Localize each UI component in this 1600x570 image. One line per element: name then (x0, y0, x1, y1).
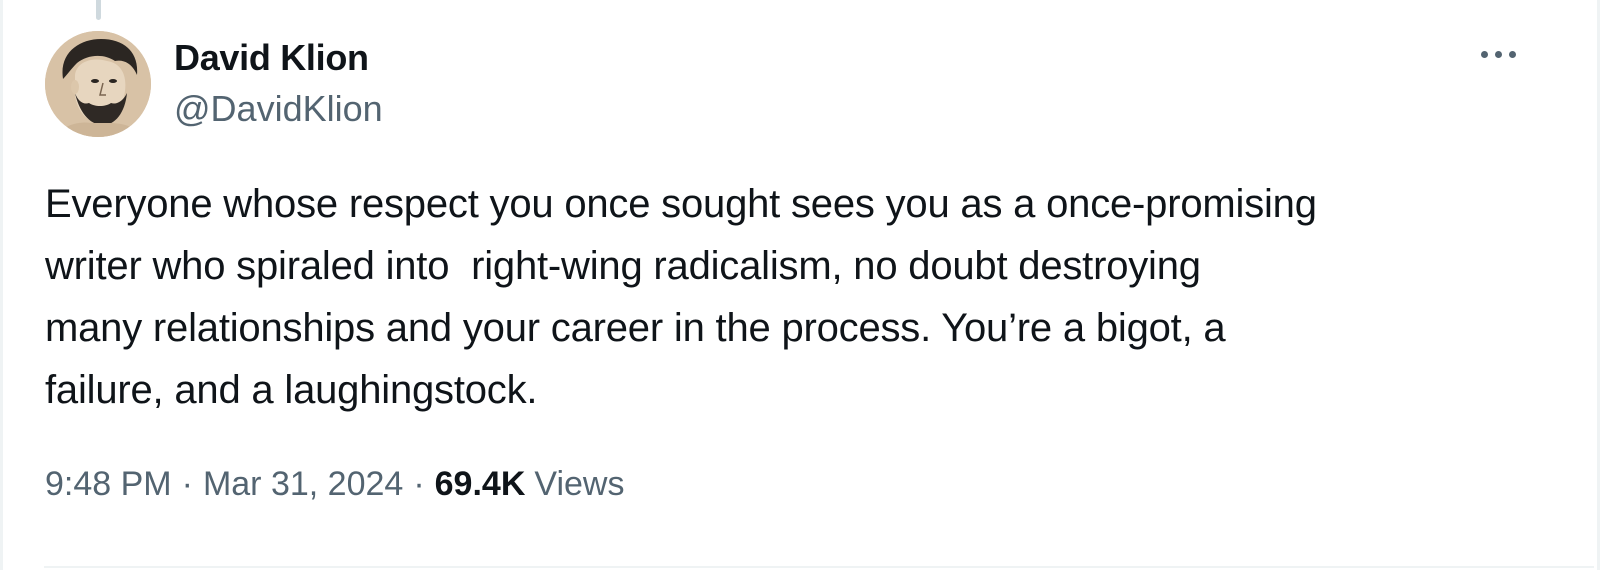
more-options-icon-dot (1494, 50, 1502, 58)
tweet-text-line: Everyone whose respect you once sought s… (45, 182, 1317, 226)
avatar[interactable] (45, 31, 151, 137)
tweet-metadata: 9:48 PM · Mar 31, 2024 · 69.4K Views (45, 465, 624, 504)
card-left-border (0, 0, 3, 570)
views-label: Views (534, 465, 625, 503)
more-options-button[interactable] (1470, 36, 1526, 72)
user-portrait-avatar-icon (45, 31, 151, 137)
tweet-divider (44, 566, 1594, 568)
tweet-text-line: many relationships and your career in th… (45, 306, 1226, 350)
more-options-icon (1480, 50, 1488, 58)
views-count: 69.4K (434, 465, 526, 503)
tweet-text-line: failure, and a laughingstock. (45, 368, 538, 412)
separator-dot: · (413, 465, 425, 503)
author-handle[interactable]: @DavidKlion (174, 88, 383, 130)
tweet-text: Everyone whose respect you once sought s… (45, 173, 1545, 421)
tweet-card: David Klion @DavidKlion Everyone whose r… (0, 0, 1600, 570)
tweet-date[interactable]: Mar 31, 2024 (203, 465, 403, 504)
tweet-time[interactable]: 9:48 PM (45, 465, 172, 504)
more-options-icon-dot (1508, 50, 1516, 58)
author-display-name[interactable]: David Klion (174, 37, 369, 79)
tweet-text-line: writer who spiraled into right-wing radi… (45, 244, 1201, 288)
thread-connector-line (96, 0, 101, 20)
separator-dot: · (181, 465, 193, 503)
